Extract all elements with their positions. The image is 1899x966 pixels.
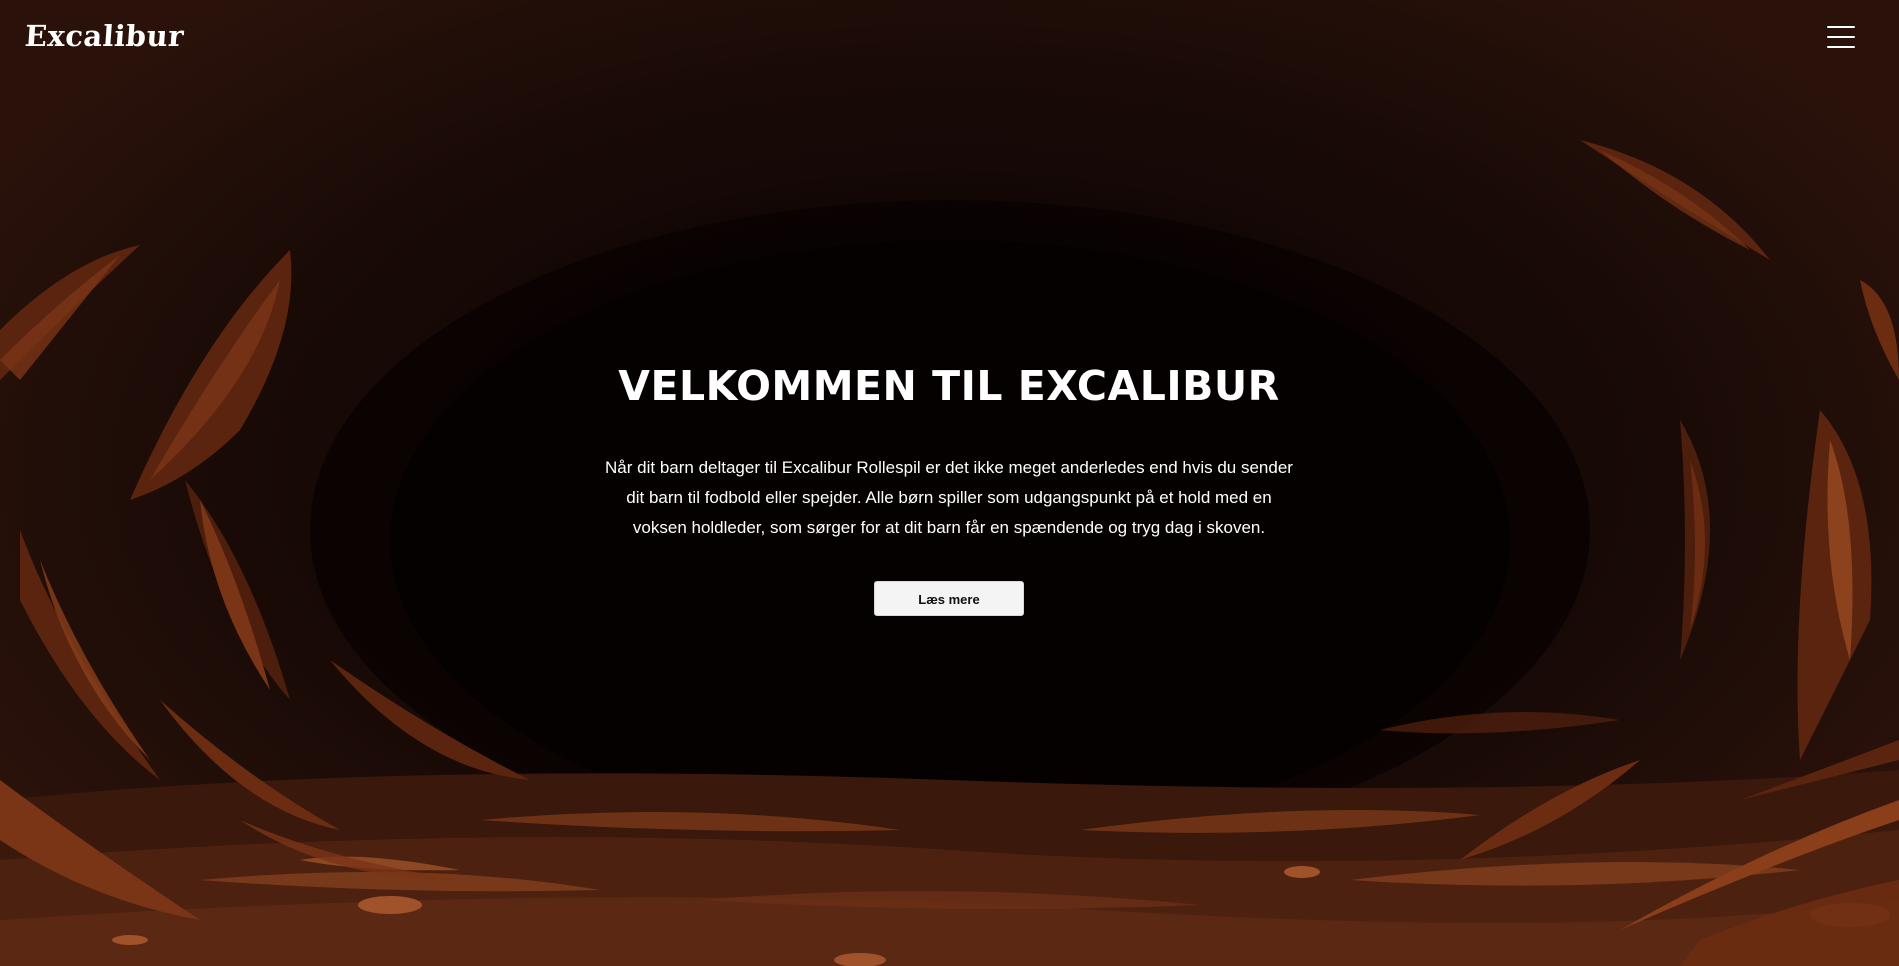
site-logo[interactable]: Excalibur <box>24 16 186 56</box>
hamburger-menu-icon[interactable] <box>1825 24 1857 50</box>
read-more-button[interactable]: Læs mere <box>874 581 1024 616</box>
hero-section: VELKOMMEN TIL EXCALIBUR Når dit barn del… <box>600 355 1298 616</box>
menu-line <box>1827 46 1855 48</box>
top-navigation-bar: Excalibur <box>0 0 1899 72</box>
page: Excalibur VELKOMMEN TIL EXCALIBUR Når di… <box>0 0 1899 966</box>
menu-line <box>1827 26 1855 28</box>
hero-title: VELKOMMEN TIL EXCALIBUR <box>618 362 1280 410</box>
menu-line <box>1827 36 1855 38</box>
hero-description: Når dit barn deltager til Excalibur Roll… <box>605 458 1293 537</box>
